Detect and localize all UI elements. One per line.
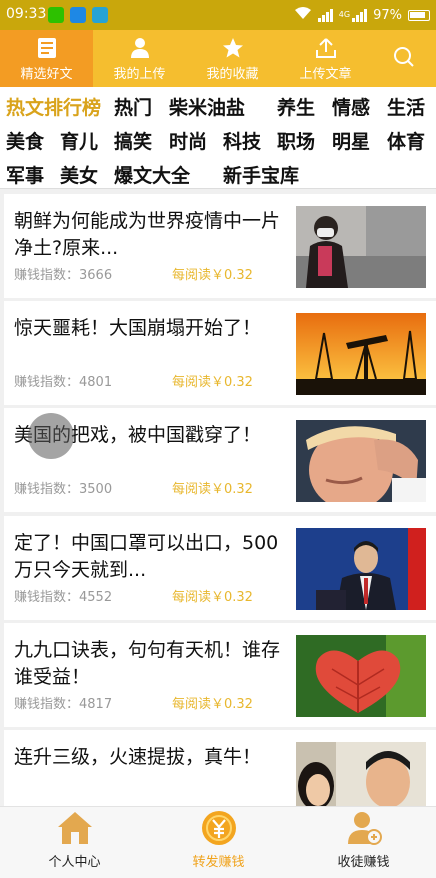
battery-icon [408, 9, 430, 21]
tab-label: 精选好文 [20, 66, 73, 82]
wifi-icon [294, 6, 312, 24]
category-workplace[interactable]: 职场 [277, 127, 315, 154]
nav-label: 个人中心 [48, 855, 101, 870]
earning-index: 赚钱指数：4801 [14, 375, 113, 390]
nav-label: 转发赚钱 [192, 855, 245, 870]
tab-featured[interactable]: 精选好文 [0, 30, 93, 87]
category-funny[interactable]: 搞笑 [114, 127, 152, 154]
search-icon [393, 46, 415, 72]
tab-my-uploads[interactable]: 我的上传 [93, 30, 186, 87]
article-title: 朝鲜为何能成为世界疫情中一片净土?原来... [14, 210, 281, 259]
article-item[interactable]: 朝鲜为何能成为世界疫情中一片净土?原来... 赚钱指数：3666 每阅读￥0.3… [4, 194, 436, 298]
category-military[interactable]: 军事 [6, 161, 44, 188]
earning-index: 赚钱指数：4817 [14, 697, 113, 712]
article-thumbnail [296, 420, 426, 502]
top-tab-bar: 精选好文 我的上传 我的收藏 上传文章 [0, 30, 436, 87]
article-title: 定了！中国口罩可以出口，500万只今天就到... [14, 532, 279, 581]
tab-upload-article[interactable]: 上传文章 [279, 30, 372, 87]
star-icon [221, 36, 245, 60]
bottom-navigation: 个人中心 转发赚钱 收徒赚钱 [0, 806, 436, 878]
search-button[interactable] [372, 30, 436, 87]
upload-icon [314, 36, 338, 60]
article-item[interactable]: 定了！中国口罩可以出口，500万只今天就到... 赚钱指数：4552 每阅读￥0… [4, 516, 436, 620]
signal-icon [317, 8, 333, 22]
category-hot-ranking[interactable]: 热文排行榜 [6, 93, 101, 120]
tab-label: 我的上传 [113, 66, 166, 82]
person-icon [128, 36, 152, 60]
category-popular[interactable]: 热门 [114, 93, 152, 120]
article-title: 惊天噩耗！大国崩塌开始了！ [14, 317, 262, 339]
article-icon [35, 36, 59, 60]
recruit-person-icon [344, 809, 384, 847]
category-food[interactable]: 美食 [6, 127, 44, 154]
article-thumbnail [296, 635, 426, 717]
home-icon [55, 809, 95, 847]
signal-4g-icon: 4G [339, 8, 368, 22]
tab-my-favorites[interactable]: 我的收藏 [186, 30, 279, 87]
category-sports[interactable]: 体育 [387, 127, 425, 154]
nav-label: 收徒赚钱 [337, 855, 390, 870]
category-beginner-guide[interactable]: 新手宝库 [223, 161, 299, 188]
reward-per-read: 每阅读￥0.32 [172, 268, 253, 283]
touch-indicator [28, 413, 74, 459]
article-thumbnail [296, 313, 426, 395]
wechat-icon [48, 7, 64, 23]
category-parenting[interactable]: 育儿 [60, 127, 98, 154]
category-viral-articles[interactable]: 爆文大全 [114, 161, 190, 188]
article-item[interactable]: 九九口诀表，句句有天机！谁存谁受益！ 赚钱指数：4817 每阅读￥0.32 [4, 623, 436, 727]
tab-label: 上传文章 [299, 66, 352, 82]
battery-text: 97% [373, 7, 402, 23]
article-title: 连升三级，火速提拔，真牛！ [14, 746, 262, 768]
reward-per-read: 每阅读￥0.32 [172, 375, 253, 390]
reward-per-read: 每阅读￥0.32 [172, 590, 253, 605]
category-emotion[interactable]: 情感 [332, 93, 370, 120]
category-celebrity[interactable]: 明星 [332, 127, 370, 154]
article-title: 九九口诀表，句句有天机！谁存谁受益！ [14, 639, 281, 688]
category-beauty[interactable]: 美女 [60, 161, 98, 188]
article-thumbnail [296, 206, 426, 288]
coin-icon [199, 809, 239, 847]
category-fashion[interactable]: 时尚 [169, 127, 207, 154]
article-thumbnail [296, 528, 426, 610]
nav-personal-center[interactable]: 个人中心 [2, 807, 147, 878]
category-bar: 热文排行榜 热门 柴米油盐 养生 情感 生活 美食 育儿 搞笑 时尚 科技 职场… [0, 87, 436, 189]
nav-recruit-earn[interactable]: 收徒赚钱 [291, 807, 436, 878]
reward-per-read: 每阅读￥0.32 [172, 697, 253, 712]
status-time: 09:33 [6, 6, 47, 22]
nav-share-earn[interactable]: 转发赚钱 [146, 807, 291, 878]
category-tech[interactable]: 科技 [223, 127, 261, 154]
earning-index: 赚钱指数：4552 [14, 590, 113, 605]
earning-index: 赚钱指数：3666 [14, 268, 113, 283]
tab-label: 我的收藏 [206, 66, 259, 82]
scan-icon [92, 7, 108, 23]
message-icon [70, 7, 86, 23]
reward-per-read: 每阅读￥0.32 [172, 482, 253, 497]
category-daily-life[interactable]: 柴米油盐 [169, 93, 245, 120]
category-life[interactable]: 生活 [387, 93, 425, 120]
category-health[interactable]: 养生 [277, 93, 315, 120]
status-bar: 09:33 4G 97% [0, 0, 436, 30]
earning-index: 赚钱指数：3500 [14, 482, 113, 497]
article-item[interactable]: 惊天噩耗！大国崩塌开始了！ 赚钱指数：4801 每阅读￥0.32 [4, 301, 436, 405]
